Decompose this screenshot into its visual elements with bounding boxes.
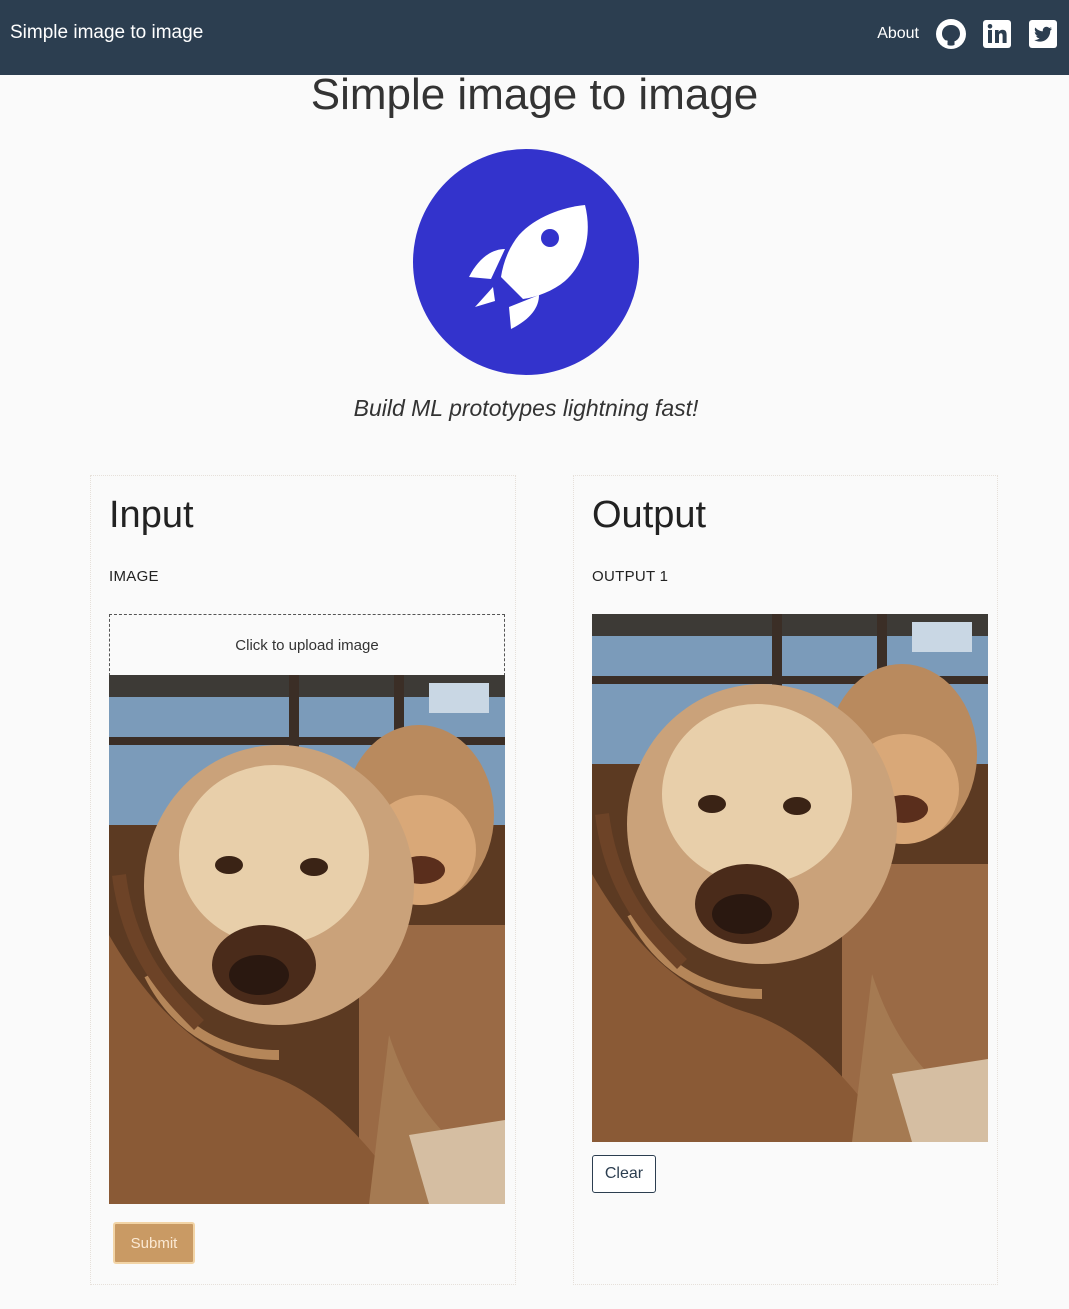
navbar-links: About bbox=[877, 16, 1059, 52]
navbar: Simple image to image About bbox=[0, 0, 1069, 75]
github-icon[interactable] bbox=[935, 18, 967, 50]
upload-image-dropzone[interactable]: Click to upload image bbox=[109, 614, 505, 676]
output-image-preview bbox=[592, 614, 988, 1142]
rocket-icon bbox=[413, 149, 639, 375]
nav-about-link[interactable]: About bbox=[877, 25, 919, 43]
page-title: Simple image to image bbox=[310, 70, 759, 119]
image-field-label: IMAGE bbox=[109, 568, 159, 585]
clear-button[interactable]: Clear bbox=[592, 1155, 656, 1193]
input-image-preview bbox=[109, 675, 505, 1204]
submit-button[interactable]: Submit bbox=[113, 1222, 195, 1264]
twitter-icon[interactable] bbox=[1027, 18, 1059, 50]
upload-text: Click to upload image bbox=[235, 637, 379, 654]
linkedin-icon[interactable] bbox=[981, 18, 1013, 50]
output-field-label: OUTPUT 1 bbox=[592, 568, 669, 585]
tagline: Build ML prototypes lightning fast! bbox=[353, 395, 699, 421]
output-panel: Output OUTPUT 1 Clear bbox=[573, 475, 998, 1285]
input-panel: Input IMAGE Click to upload image Submit bbox=[90, 475, 516, 1285]
navbar-brand[interactable]: Simple image to image bbox=[10, 22, 203, 44]
input-heading: Input bbox=[109, 494, 194, 536]
output-heading: Output bbox=[592, 494, 707, 536]
